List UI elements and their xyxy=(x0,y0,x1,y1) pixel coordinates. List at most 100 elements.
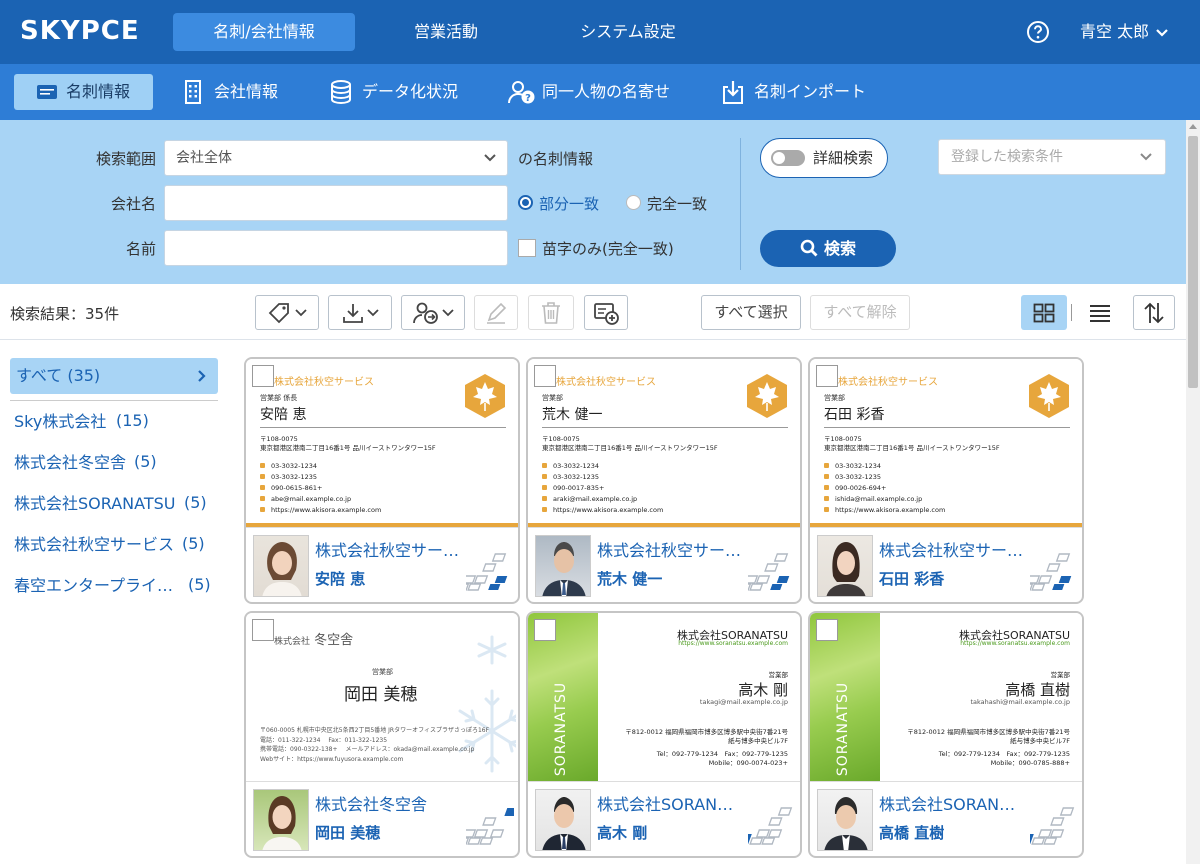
subnav-label: 名刺情報 xyxy=(66,82,131,101)
card-company[interactable]: 株式会社秋空サー… xyxy=(315,537,459,561)
card-person-name[interactable]: 岡田 美穂 xyxy=(315,822,380,843)
subnav-digitization-status[interactable]: データ化状況 xyxy=(310,74,480,110)
subnav-company-info[interactable]: 会社情報 xyxy=(162,74,292,110)
card-company[interactable]: 株式会社冬空舎 xyxy=(315,791,427,815)
toggle-switch[interactable] xyxy=(771,150,805,166)
card-face[interactable]: 株式会社秋空サービス 営業部 係長 安陪 恵 〒108-0075 東京都港区港南二… xyxy=(246,359,518,527)
surname-only-checkbox[interactable] xyxy=(518,239,536,257)
page-scrollbar[interactable] xyxy=(1186,120,1200,864)
help-icon[interactable] xyxy=(1026,20,1050,44)
card-select-checkbox[interactable] xyxy=(816,365,838,387)
deselect-all-button[interactable]: すべて解除 xyxy=(810,295,910,330)
card-company[interactable]: 株式会社秋空サー… xyxy=(879,537,1023,561)
card-select-checkbox[interactable] xyxy=(252,365,274,387)
company-name-input[interactable] xyxy=(164,185,508,221)
business-card[interactable]: SORANATSU 株式会社SORANATSU https://www.sora… xyxy=(808,611,1084,858)
subnav-person-merge[interactable]: ? 同一人物の名寄せ xyxy=(490,74,690,110)
phone-icon xyxy=(260,463,265,468)
card-face-mobile: 090-0026-694+ xyxy=(824,484,887,492)
fax-icon xyxy=(824,474,829,479)
subnav-card-info[interactable]: 名刺情報 xyxy=(14,74,153,110)
sort-button[interactable] xyxy=(1133,295,1175,330)
card-face[interactable]: SORANATSU 株式会社SORANATSU https://www.sora… xyxy=(810,613,1082,781)
saved-conditions-select[interactable]: 登録した検索条件 xyxy=(938,139,1166,175)
person-photo xyxy=(253,535,309,597)
card-person-name[interactable]: 高橋 直樹 xyxy=(879,822,944,843)
advanced-search-toggle[interactable]: 詳細検索 xyxy=(760,138,888,178)
filter-company-harusora[interactable]: 春空エンタープライ… xyxy=(14,575,173,597)
share-person-menu-button[interactable] xyxy=(401,295,465,330)
card-person-name[interactable]: 石田 彩香 xyxy=(879,568,944,589)
scrollbar-thumb[interactable] xyxy=(1188,136,1198,388)
card-person-name[interactable]: 安陪 恵 xyxy=(315,568,365,589)
filter-count: (5) xyxy=(184,493,207,512)
filter-all[interactable]: すべて (35) xyxy=(10,358,218,394)
edit-button[interactable] xyxy=(474,295,518,330)
card-face-mobile-text: 090-0615-861+ xyxy=(271,484,323,492)
card-face[interactable]: 株式会社秋空サービス 営業部 石田 彩香 〒108-0075 東京都港区港南二丁目… xyxy=(810,359,1082,527)
chevron-down-icon xyxy=(484,154,496,162)
card-face-dept: 営業部 xyxy=(824,394,845,402)
name-label: 名前 xyxy=(125,240,156,258)
delete-button[interactable] xyxy=(528,295,574,330)
person-name-input[interactable] xyxy=(164,230,508,266)
phone-icon xyxy=(824,463,829,468)
card-footer: 株式会社秋空サー… 安陪 恵 xyxy=(246,527,518,602)
search-button[interactable]: 検索 xyxy=(760,230,896,267)
card-face-mail: ishida@mail.example.co.jp xyxy=(824,495,922,503)
scope-select[interactable]: 会社全体 xyxy=(164,140,508,176)
filter-company-soranatsu[interactable]: 株式会社SORANATSU xyxy=(14,493,175,515)
card-face-name: 石田 彩香 xyxy=(824,407,885,423)
business-card[interactable]: 株式会社 冬空舎 営業部 岡田 美穂 〒060-0005 札幌市中央区北5条西2… xyxy=(244,611,520,858)
card-person-name[interactable]: 荒木 健一 xyxy=(597,568,662,589)
list-view-button[interactable] xyxy=(1080,295,1120,330)
card-footer: 株式会社秋空サー… 石田 彩香 xyxy=(810,527,1082,602)
card-company[interactable]: 株式会社秋空サー… xyxy=(597,537,741,561)
add-card-button[interactable] xyxy=(584,295,628,330)
card-select-checkbox[interactable] xyxy=(252,619,274,641)
top-nav-settings[interactable]: システム設定 xyxy=(560,13,696,51)
chevron-down-icon xyxy=(441,308,454,316)
card-face-mobile: 090-0017-835+ xyxy=(542,484,605,492)
app-logo[interactable]: SKYPCE xyxy=(20,16,140,46)
business-card[interactable]: 株式会社秋空サービス 営業部 石田 彩香 〒108-0075 東京都港区港南二丁目… xyxy=(808,357,1084,604)
grid-view-button[interactable] xyxy=(1021,295,1067,330)
card-face[interactable]: 株式会社 冬空舎 営業部 岡田 美穂 〒060-0005 札幌市中央区北5条西2… xyxy=(246,613,518,781)
top-nav-sales[interactable]: 営業活動 xyxy=(380,13,512,51)
card-company[interactable]: 株式会社SORAN… xyxy=(879,791,1015,815)
card-face-addr1: 〒812-0012 福岡県福岡市博多区博多駅中央街7番21号 xyxy=(625,728,788,736)
scroll-up-arrow-icon[interactable] xyxy=(1189,124,1197,129)
card-select-checkbox[interactable] xyxy=(534,365,556,387)
tag-menu-button[interactable] xyxy=(255,295,319,330)
select-all-button[interactable]: すべて選択 xyxy=(701,295,801,330)
card-face-addr: 東京都港区港南二丁目16番1号 品川イーストワンタワー15F xyxy=(542,444,718,452)
business-card[interactable]: 株式会社秋空サービス 営業部 荒木 健一 〒108-0075 東京都港区港南二丁目… xyxy=(526,357,802,604)
fax-icon xyxy=(260,474,265,479)
business-card[interactable]: 株式会社秋空サービス 営業部 係長 安陪 恵 〒108-0075 東京都港区港南二… xyxy=(244,357,520,604)
card-face[interactable]: 株式会社秋空サービス 営業部 荒木 健一 〒108-0075 東京都港区港南二丁目… xyxy=(528,359,800,527)
filter-company-akisora[interactable]: 株式会社秋空サービス xyxy=(14,534,174,556)
card-face-name: 高橋 直樹 xyxy=(1005,681,1070,699)
top-bar: SKYPCE 名刺/会社情報 営業活動 システム設定 青空 太郎 xyxy=(0,0,1200,64)
card-face-vertical-logo: SORANATSU xyxy=(835,681,851,777)
card-face[interactable]: SORANATSU 株式会社SORANATSU https://www.sora… xyxy=(528,613,800,781)
match-partial-radio[interactable] xyxy=(518,195,533,210)
card-face-rule xyxy=(260,427,506,428)
filter-company-fuyusora[interactable]: 株式会社冬空舎 xyxy=(14,452,126,474)
card-face-mobile: 携帯電話：090-0322-138+ メールアドレス：okada@mail.ex… xyxy=(260,746,475,753)
subnav-card-import[interactable]: 名刺インポート xyxy=(702,74,882,110)
match-exact-radio[interactable] xyxy=(626,195,641,210)
card-footer: 株式会社SORAN… 高木 剛 xyxy=(528,781,800,856)
card-select-checkbox[interactable] xyxy=(534,619,556,641)
chevron-down-icon xyxy=(294,308,307,316)
card-face-rule xyxy=(824,427,1070,428)
card-person-name[interactable]: 高木 剛 xyxy=(597,822,647,843)
card-select-checkbox[interactable] xyxy=(816,619,838,641)
card-face-web-text: https://www.akisora.example.com xyxy=(553,506,664,514)
user-menu[interactable]: 青空 太郎 xyxy=(1080,20,1169,44)
download-menu-button[interactable] xyxy=(328,295,392,330)
business-card[interactable]: SORANATSU 株式会社SORANATSU https://www.sora… xyxy=(526,611,802,858)
filter-company-sky[interactable]: Sky株式会社 xyxy=(14,411,106,433)
top-nav-cards[interactable]: 名刺/会社情報 xyxy=(173,13,355,51)
card-company[interactable]: 株式会社SORAN… xyxy=(597,791,733,815)
